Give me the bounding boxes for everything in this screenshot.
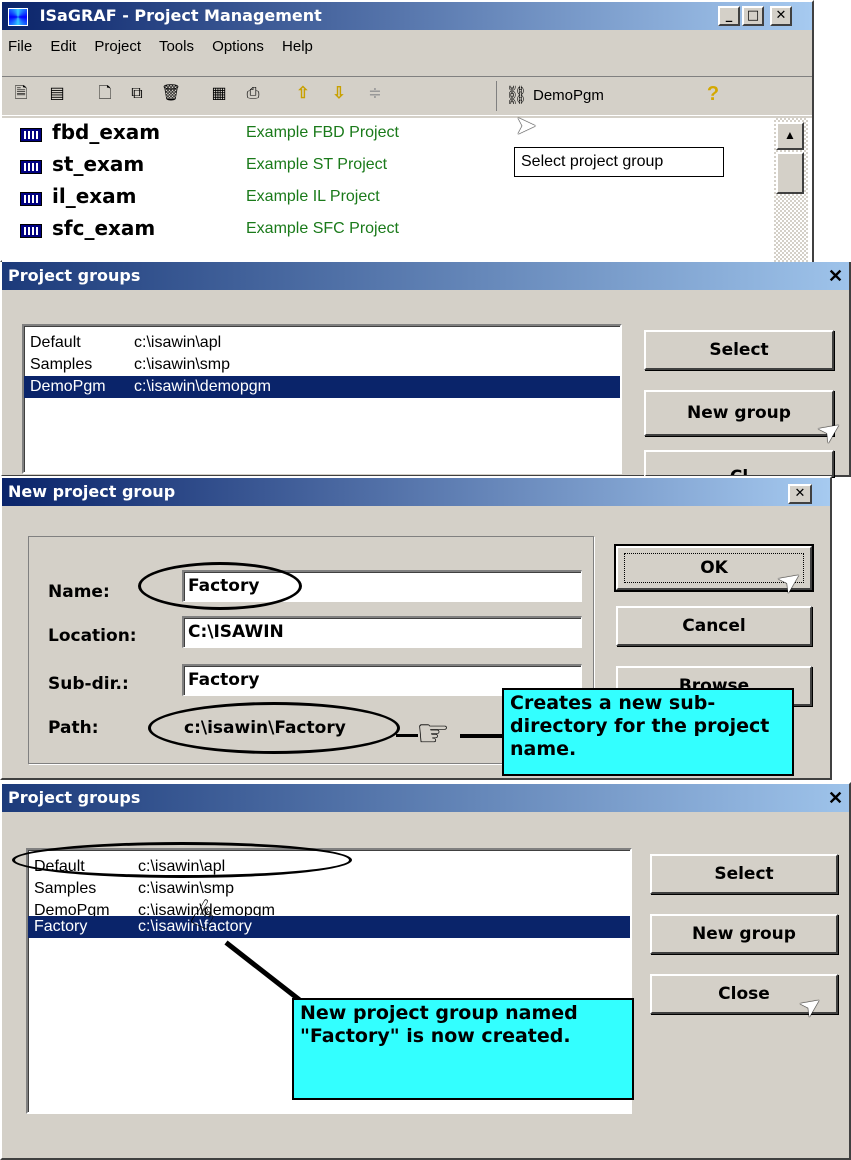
- cursor-arrow-icon: ➤: [515, 110, 537, 140]
- project-row[interactable]: il_exam Example IL Project: [8, 182, 768, 212]
- project-name: sfc_exam: [52, 216, 156, 240]
- new-group-button[interactable]: New group: [650, 914, 838, 954]
- delete-project-icon[interactable]: 🗑: [160, 83, 182, 105]
- maximize-button[interactable]: □: [742, 6, 764, 26]
- close-button-partial[interactable]: Cl: [644, 450, 834, 477]
- location-label: Location:: [48, 626, 137, 646]
- vertical-scrollbar[interactable]: ▲: [774, 118, 808, 262]
- name-label: Name:: [48, 582, 110, 602]
- select-button[interactable]: Select: [650, 854, 838, 894]
- menu-edit[interactable]: Edit: [50, 38, 76, 55]
- close-window-button[interactable]: ✕: [770, 6, 792, 26]
- new-project-group-dialog: New project group ✕ Name: Factory Locati…: [0, 476, 832, 780]
- pointer-line: [396, 734, 418, 737]
- menu-project[interactable]: Project: [94, 38, 141, 55]
- name-highlight-ellipse: [138, 562, 302, 610]
- group-name: DemoPgm: [34, 902, 110, 916]
- close-icon[interactable]: ✕: [828, 788, 843, 809]
- copy-project-icon[interactable]: ⧉: [126, 83, 148, 105]
- list-item[interactable]: DemoPgm c:\isawin\demopgm: [28, 900, 630, 916]
- callout-new-subdir: Creates a new sub-directory for the proj…: [502, 688, 794, 776]
- libraries-icon[interactable]: ▦: [208, 83, 230, 105]
- menu-tools[interactable]: Tools: [159, 38, 194, 55]
- group-button-label: DemoPgm: [533, 87, 604, 104]
- separator-icon: ≑: [368, 85, 382, 102]
- project-group-button[interactable]: ⛓ DemoPgm: [496, 81, 666, 111]
- project-groups-dialog-1: Project groups ✕ Default c:\isawin\apl S…: [0, 262, 851, 477]
- list-item[interactable]: Samples c:\isawin\smp: [28, 878, 630, 900]
- main-window-title: ISaGRAF - Project Management: [39, 6, 322, 25]
- group-list[interactable]: Default c:\isawin\apl Samples c:\isawin\…: [22, 324, 622, 474]
- project-description: Example SFC Project: [246, 220, 399, 237]
- subdir-label: Sub-dir.:: [48, 674, 129, 694]
- dialog-title: Project groups: [8, 266, 141, 285]
- group-name: Factory: [34, 918, 88, 935]
- group-name: Samples: [30, 356, 93, 373]
- menu-help[interactable]: Help: [282, 38, 313, 55]
- list-item[interactable]: Samples c:\isawin\smp: [24, 354, 620, 376]
- project-properties-icon[interactable]: 🗎: [10, 83, 32, 105]
- new-project-icon[interactable]: 🗋: [94, 83, 116, 105]
- dialog-titlebar: Project groups: [2, 262, 849, 290]
- project-name: fbd_exam: [52, 120, 161, 144]
- project-name: il_exam: [52, 184, 137, 208]
- factory-highlight-ellipse: [12, 842, 352, 878]
- dialog-titlebar: New project group: [2, 478, 830, 506]
- group-name: DemoPgm: [30, 378, 106, 395]
- move-up-icon[interactable]: ⇧: [292, 83, 314, 105]
- scroll-thumb[interactable]: [776, 152, 804, 194]
- list-item-selected[interactable]: DemoPgm c:\isawin\demopgm: [24, 376, 620, 398]
- list-item-selected[interactable]: Factory c:\isawin\factory: [28, 916, 630, 938]
- project-description: Example FBD Project: [246, 124, 399, 141]
- group-name: Default: [30, 334, 81, 351]
- list-item[interactable]: Default c:\isawin\apl: [24, 332, 620, 354]
- toolbar: 🗎 ▤ 🗋 ⧉ 🗑 ▦ ⎙ ⇧ ⇩ ≑ ⛓ DemoPgm ?: [2, 76, 812, 116]
- project-management-window: ISaGRAF - Project Management _ □ ✕ File …: [0, 0, 814, 262]
- new-group-button[interactable]: New group: [644, 390, 834, 436]
- menu-options[interactable]: Options: [212, 38, 264, 55]
- project-group-icon: ⛓: [505, 85, 528, 105]
- group-path: c:\isawin\smp: [134, 356, 231, 373]
- help-icon[interactable]: ?: [702, 83, 724, 105]
- project-groups-dialog-2: Project groups ✕ Default c:\isawin\apl S…: [0, 782, 851, 1160]
- path-highlight-ellipse: [148, 702, 400, 754]
- app-logo-icon: [8, 7, 28, 26]
- project-icon: [20, 128, 42, 142]
- project-row[interactable]: fbd_exam Example FBD Project: [8, 118, 768, 148]
- select-button[interactable]: Select: [644, 330, 834, 370]
- location-field[interactable]: C:\ISAWIN: [182, 616, 582, 648]
- project-icon: [20, 224, 42, 238]
- cancel-button[interactable]: Cancel: [616, 606, 812, 646]
- project-icon: [20, 160, 42, 174]
- close-icon[interactable]: ✕: [788, 484, 812, 504]
- minimize-button[interactable]: _: [718, 6, 740, 26]
- project-name: st_exam: [52, 152, 145, 176]
- group-name: Samples: [34, 880, 97, 897]
- close-icon[interactable]: ✕: [828, 266, 843, 287]
- dialog-title: Project groups: [8, 788, 141, 807]
- project-row[interactable]: sfc_exam Example SFC Project: [8, 214, 768, 244]
- group-path: c:\isawin\apl: [134, 334, 222, 351]
- scroll-up-button[interactable]: ▲: [776, 122, 804, 150]
- tooltip: Select project group: [514, 147, 724, 177]
- menu-bar: File Edit Project Tools Options Help: [8, 38, 327, 55]
- project-description: Example ST Project: [246, 156, 388, 173]
- group-path: c:\isawin\smp: [138, 880, 235, 897]
- dialog-title: New project group: [8, 482, 176, 501]
- project-list: fbd_exam Example FBD Project st_exam Exa…: [2, 118, 812, 262]
- path-label: Path:: [48, 718, 99, 738]
- menu-file[interactable]: File: [8, 38, 32, 55]
- print-icon[interactable]: ⎙: [242, 83, 264, 105]
- main-titlebar: ISaGRAF - Project Management: [2, 2, 812, 30]
- dialog-titlebar: Project groups: [2, 784, 849, 812]
- project-icon: [20, 192, 42, 206]
- project-description: Example IL Project: [246, 188, 380, 205]
- callout-group-created: New project group named "Factory" is now…: [292, 998, 634, 1100]
- project-list-icon[interactable]: ▤: [46, 83, 68, 105]
- move-down-icon[interactable]: ⇩: [328, 83, 350, 105]
- pointing-hand-icon: ☞: [416, 713, 451, 755]
- pointer-line: [460, 734, 502, 738]
- group-path: c:\isawin\demopgm: [134, 378, 271, 395]
